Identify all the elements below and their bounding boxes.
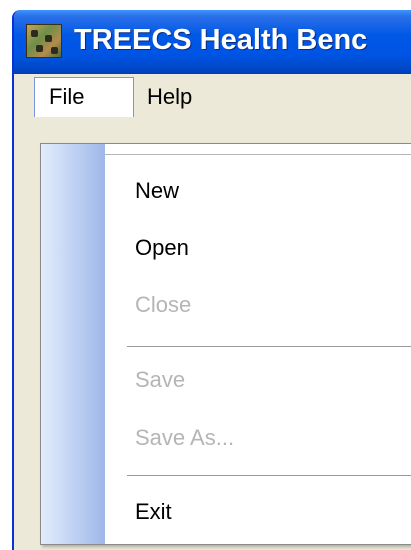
menu-separator bbox=[127, 346, 411, 348]
menu-icon-gutter bbox=[41, 144, 105, 544]
menu-item-new[interactable]: New bbox=[135, 171, 179, 211]
menu-bar: File Help bbox=[14, 74, 411, 118]
menu-item-save: Save bbox=[135, 367, 186, 392]
menu-help[interactable]: Help bbox=[147, 77, 192, 117]
menu-item-close: Close bbox=[135, 292, 192, 317]
menu-top-strip bbox=[105, 144, 411, 155]
title-bar[interactable]: TREECS Health Benc bbox=[14, 10, 411, 74]
app-icon[interactable] bbox=[26, 24, 62, 58]
menu-item-save-as: Save As... bbox=[135, 425, 235, 450]
menu-item-exit[interactable]: Exit bbox=[135, 492, 172, 532]
menu-item-open[interactable]: Open bbox=[135, 228, 189, 268]
menu-separator bbox=[127, 475, 411, 477]
file-dropdown-menu: New Open Close Save Save As... Exit bbox=[40, 143, 411, 545]
menu-file[interactable]: File bbox=[34, 77, 134, 117]
window-title: TREECS Health Benc bbox=[74, 24, 368, 56]
